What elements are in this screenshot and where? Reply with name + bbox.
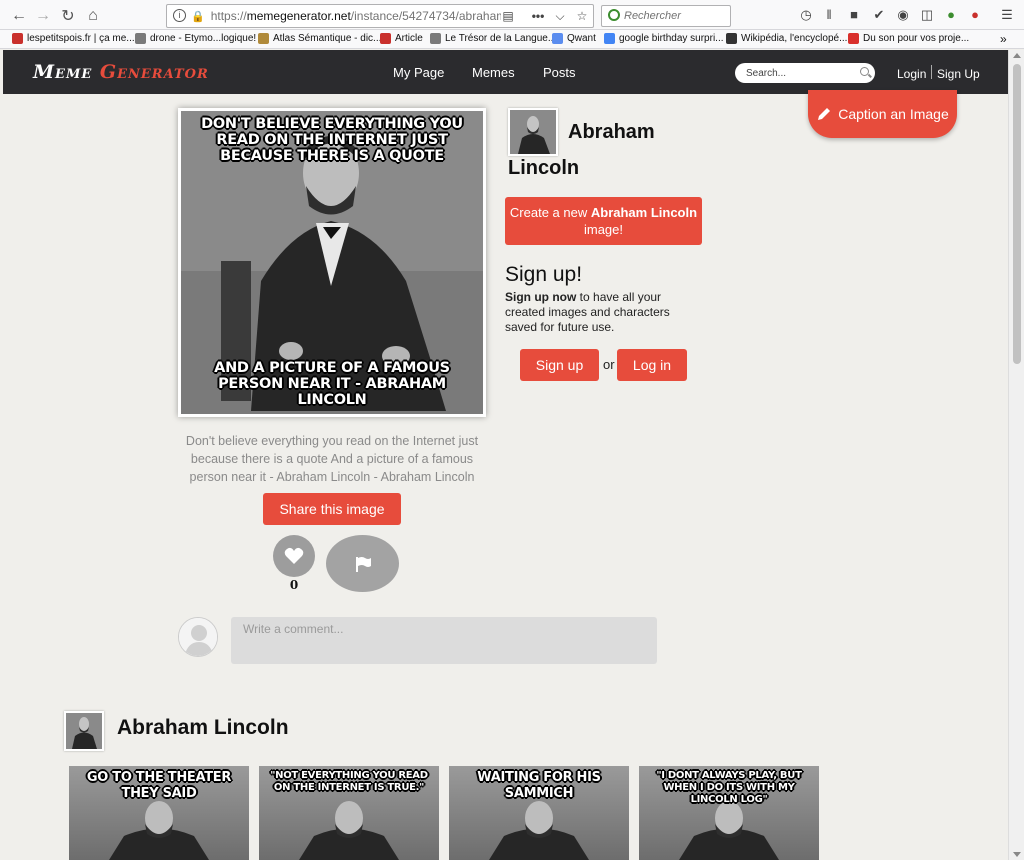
signup-description: Sign up now to have all your created ima… bbox=[505, 290, 670, 334]
browser-toolbar: ← → ↻ ⌂ i 🔒 https://memegenerator.net/in… bbox=[0, 0, 1024, 30]
meme-bottom-text: And a picture of a famous person near it… bbox=[214, 360, 450, 408]
site-search-input[interactable] bbox=[735, 63, 875, 83]
signup-heading: Sign up! bbox=[505, 263, 583, 286]
scroll-down-icon[interactable] bbox=[1013, 852, 1021, 857]
extension-icon[interactable]: ● bbox=[966, 6, 984, 24]
favicon-icon bbox=[380, 33, 391, 44]
favicon-icon bbox=[135, 33, 146, 44]
pencil-icon bbox=[818, 108, 831, 120]
like-button[interactable] bbox=[273, 535, 315, 577]
bookmark-item[interactable]: Le Trésor de la Langue... bbox=[430, 33, 556, 44]
meme-description: Don't believe everything you read on the… bbox=[185, 434, 479, 484]
gallery-title[interactable]: Abraham Lincoln bbox=[117, 716, 289, 740]
reload-icon[interactable]: ↻ bbox=[57, 5, 79, 27]
scroll-up-icon[interactable] bbox=[1013, 53, 1021, 58]
extension-icon[interactable]: ● bbox=[942, 6, 960, 24]
lock-icon: 🔒 bbox=[191, 10, 205, 23]
extension-icon[interactable]: ✔ bbox=[870, 6, 888, 24]
favicon-icon bbox=[726, 33, 737, 44]
meme-top-text: Don't believe everything you read on the… bbox=[201, 116, 463, 164]
gallery-meme-text: "Not everything you read on the internet… bbox=[270, 770, 428, 793]
nav-memes[interactable]: Memes bbox=[472, 65, 515, 80]
gallery-thumbnail[interactable] bbox=[64, 711, 104, 751]
site-header: Meme Generator My Page Memes Posts Login… bbox=[3, 50, 1008, 94]
create-image-button[interactable]: Create a new Abraham Lincoln image! bbox=[505, 197, 702, 245]
reader-view-icon[interactable]: ▤ bbox=[499, 7, 517, 25]
search-icon[interactable] bbox=[860, 67, 869, 76]
nav-my-page[interactable]: My Page bbox=[393, 65, 444, 80]
signup-link[interactable]: Sign Up bbox=[937, 67, 980, 81]
bookmark-item[interactable]: Atlas Sémantique - dic... bbox=[258, 33, 381, 44]
favicon-icon bbox=[604, 33, 615, 44]
comment-input[interactable] bbox=[231, 617, 657, 664]
lincoln-thumbnail-image bbox=[66, 713, 102, 749]
extension-icon[interactable]: ◉ bbox=[894, 6, 912, 24]
forward-arrow-icon[interactable]: → bbox=[32, 5, 54, 27]
share-image-button[interactable]: Share this image bbox=[263, 493, 401, 525]
gallery-meme-text: Waiting for his sammich bbox=[477, 770, 601, 801]
nav-posts[interactable]: Posts bbox=[543, 65, 576, 80]
gallery-meme[interactable]: Waiting for his sammich bbox=[449, 766, 629, 860]
page-actions-icon[interactable]: ••• bbox=[529, 7, 547, 25]
url-text[interactable]: https://memegenerator.net/instance/54274… bbox=[211, 9, 501, 23]
info-icon[interactable]: i bbox=[173, 9, 186, 22]
library-icon[interactable]: ‖ bbox=[820, 6, 838, 24]
more-bookmarks-icon[interactable]: » bbox=[1000, 32, 1007, 46]
favicon-icon bbox=[258, 33, 269, 44]
favicon-icon bbox=[12, 33, 23, 44]
bookmark-item[interactable]: Article bbox=[380, 33, 423, 44]
favicon-icon bbox=[430, 33, 441, 44]
gallery-meme[interactable]: "I dont always play, but when I do its w… bbox=[639, 766, 819, 860]
favicon-icon bbox=[552, 33, 563, 44]
pocket-icon[interactable]: ⌵ bbox=[551, 7, 569, 25]
flag-icon bbox=[355, 556, 371, 572]
bookmark-item[interactable]: google birthday surpri... bbox=[604, 33, 724, 44]
bookmark-item[interactable]: Du son pour vos proje... bbox=[848, 33, 969, 44]
gallery-meme[interactable]: "Not everything you read on the internet… bbox=[259, 766, 439, 860]
scrollbar-thumb[interactable] bbox=[1013, 64, 1021, 364]
browser-search-field[interactable]: Rechercher bbox=[601, 5, 731, 27]
bookmark-item[interactable]: Wikipédia, l'encyclopé... bbox=[726, 33, 847, 44]
meme-image[interactable]: Don't believe everything you read on the… bbox=[181, 111, 483, 414]
login-button[interactable]: Log in bbox=[617, 349, 687, 381]
home-icon[interactable]: ⌂ bbox=[82, 5, 104, 27]
login-link[interactable]: Login bbox=[897, 67, 926, 81]
extension-icon[interactable]: ■ bbox=[845, 6, 863, 24]
or-label: or bbox=[603, 357, 615, 372]
heart-icon bbox=[284, 547, 304, 564]
gallery-meme[interactable]: Go to the theater they said bbox=[69, 766, 249, 860]
bookmark-item[interactable]: Qwant bbox=[552, 33, 596, 44]
user-silhouette-icon bbox=[179, 618, 217, 656]
sidebar-icon[interactable]: ◫ bbox=[918, 6, 936, 24]
meme-image-frame: Don't believe everything you read on the… bbox=[178, 108, 486, 417]
bookmarks-bar: lespetitspois.fr | ça me... drone - Etym… bbox=[0, 30, 1024, 49]
flag-button[interactable] bbox=[326, 535, 399, 592]
history-icon[interactable]: ◷ bbox=[797, 6, 815, 24]
gallery-meme-text: "I dont always play, but when I do its w… bbox=[656, 770, 802, 805]
bookmark-item[interactable]: lespetitspois.fr | ça me... bbox=[12, 33, 135, 44]
gallery-meme-text: Go to the theater they said bbox=[86, 770, 232, 801]
user-avatar bbox=[178, 617, 218, 657]
search-engine-icon bbox=[608, 9, 620, 21]
caption-image-button[interactable]: Caption an Image bbox=[808, 90, 957, 138]
bookmark-star-icon[interactable]: ☆ bbox=[573, 7, 591, 25]
favicon-icon bbox=[848, 33, 859, 44]
menu-icon[interactable]: ☰ bbox=[998, 6, 1016, 24]
divider bbox=[931, 65, 932, 79]
signup-button[interactable]: Sign up bbox=[520, 349, 599, 381]
url-bar[interactable]: i 🔒 https://memegenerator.net/instance/5… bbox=[166, 4, 594, 28]
generator-name[interactable]: Abraham Lincoln bbox=[508, 114, 678, 186]
back-arrow-icon[interactable]: ← bbox=[8, 5, 30, 27]
bookmark-item[interactable]: drone - Etymo...logique! bbox=[135, 33, 256, 44]
like-count: 0 bbox=[289, 578, 299, 592]
site-logo[interactable]: Meme Generator bbox=[33, 61, 209, 83]
caption-image-label: Caption an Image bbox=[838, 106, 949, 122]
page-scrollbar[interactable] bbox=[1008, 50, 1024, 860]
